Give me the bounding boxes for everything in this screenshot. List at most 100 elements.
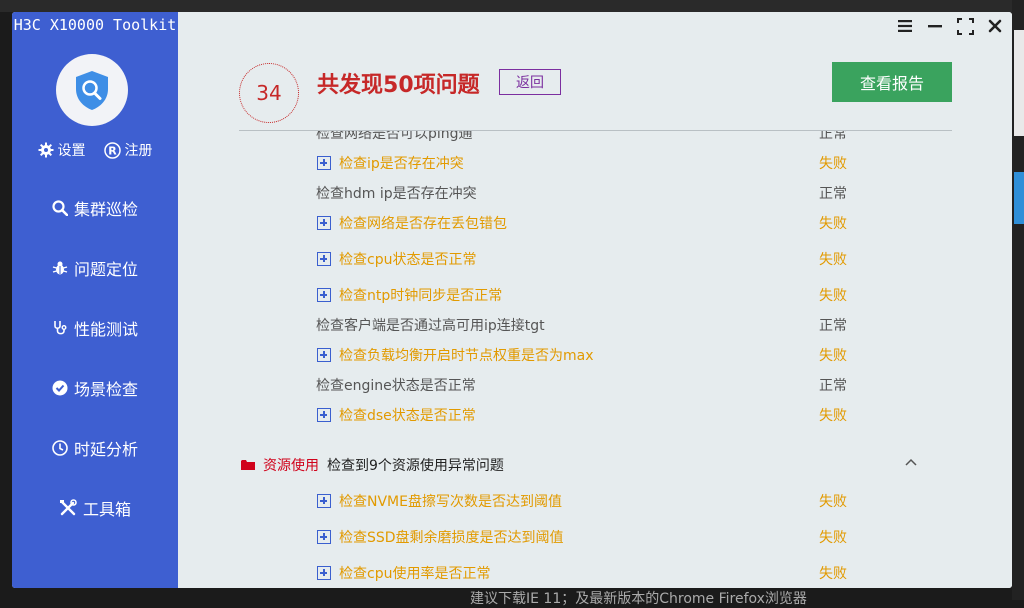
headline-suffix: 项问题 (413, 73, 480, 98)
result-row[interactable]: 检查cpu使用率是否正常 失败 (239, 558, 952, 588)
result-status: 正常 (819, 131, 847, 142)
close-icon[interactable] (986, 17, 1004, 35)
result-label: 检查ntp时钟同步是否正常 (317, 285, 502, 305)
nav-label: 问题定位 (73, 260, 138, 279)
result-row: 检查hdm ip是否存在冲突 正常 (239, 178, 952, 208)
result-status: 正常 (819, 378, 847, 394)
result-label-text: 检查ip是否存在冲突 (339, 156, 464, 172)
gear-icon (38, 142, 53, 158)
result-row[interactable]: 检查dse状态是否正常 失败 (239, 400, 952, 430)
result-label: 检查hdm ip是否存在冲突 (316, 183, 477, 203)
shield-search-icon (76, 71, 108, 110)
expand-plus-icon[interactable] (317, 156, 331, 170)
background-window-tab (1014, 172, 1024, 224)
result-label: 检查网络是否可以ping通 (316, 131, 473, 142)
issues-headline: 共发现50项问题 (317, 67, 480, 99)
app-window: H3C X10000 Toolkit 设置 R 注册 集群巡检 问题定位 性能测… (12, 12, 1012, 588)
settings-link[interactable]: 设置 (38, 140, 86, 160)
background-page-text: 建议下载IE 11；及最新版本的Chrome Firefox浏览器 (470, 591, 807, 607)
section-header-resource-usage[interactable]: 资源使用 检查到9个资源使用异常问题 (239, 450, 952, 480)
result-row[interactable]: 检查cpu状态是否正常 失败 (239, 244, 952, 274)
tools-icon (59, 499, 77, 516)
section-title: 资源使用 (263, 458, 319, 474)
view-report-button[interactable]: 查看报告 (832, 62, 952, 102)
back-button[interactable]: 返回 (499, 69, 561, 95)
result-label-text: 检查hdm ip是否存在冲突 (316, 186, 477, 202)
nav-label: 集群巡检 (73, 200, 138, 219)
result-label: 检查网络是否存在丢包错包 (317, 213, 507, 233)
nav-label: 工具箱 (82, 500, 131, 519)
result-label: 检查cpu使用率是否正常 (317, 563, 490, 583)
result-status: 正常 (819, 318, 847, 334)
nav-item-toolbox[interactable]: 工具箱 (12, 478, 178, 538)
result-label: 检查engine状态是否正常 (316, 375, 476, 395)
result-row[interactable]: 检查网络是否存在丢包错包 失败 (239, 208, 952, 238)
expand-plus-icon[interactable] (317, 348, 331, 362)
minimize-icon[interactable] (926, 17, 944, 35)
result-status: 失败 (819, 288, 847, 304)
result-row[interactable]: 检查SSD盘剩余磨损度是否达到阈值 失败 (239, 522, 952, 552)
expand-plus-icon[interactable] (317, 530, 331, 544)
registered-icon: R (103, 141, 121, 159)
expand-plus-icon[interactable] (317, 288, 331, 302)
expand-plus-icon[interactable] (317, 252, 331, 266)
result-label: 检查SSD盘剩余磨损度是否达到阈值 (317, 527, 564, 547)
register-link[interactable]: R 注册 (103, 140, 153, 160)
result-row[interactable]: 检查ip是否存在冲突 失败 (239, 148, 952, 178)
settings-label: 设置 (57, 143, 86, 159)
nav-item-problem-locate[interactable]: 问题定位 (12, 238, 178, 298)
result-status: 失败 (819, 156, 847, 172)
result-label-text: 检查网络是否存在丢包错包 (339, 216, 507, 232)
result-row: 检查客户端是否通过高可用ip连接tgt 正常 (239, 310, 952, 340)
nav-item-scenario-check[interactable]: 场景检查 (12, 358, 178, 418)
result-row[interactable]: 检查ntp时钟同步是否正常 失败 (239, 280, 952, 310)
result-status: 失败 (819, 252, 847, 268)
folder-icon (241, 460, 255, 470)
chevron-up-icon[interactable] (905, 458, 917, 466)
nav-item-cluster-inspection[interactable]: 集群巡检 (12, 178, 178, 238)
menu-icon[interactable] (896, 17, 914, 35)
results-list: 检查网络是否可以ping通 正常 检查ip是否存在冲突 失败 检查hdm ip是否存… (239, 131, 952, 588)
result-status: 失败 (819, 494, 847, 510)
result-status: 正常 (819, 186, 847, 202)
result-row-partial: 检查网络是否可以ping通 正常 (239, 131, 952, 148)
app-title: H3C X10000 Toolkit (13, 16, 177, 34)
result-label: 检查cpu状态是否正常 (317, 249, 476, 269)
result-label-text: 检查负载均衡开启时节点权重是否为max (339, 348, 594, 364)
result-status: 失败 (819, 530, 847, 546)
result-label-text: 检查NVME盘擦写次数是否达到阈值 (339, 494, 562, 510)
headline-prefix: 共发现 (317, 73, 384, 98)
result-row: 检查engine状态是否正常 正常 (239, 370, 952, 400)
result-label-text: 检查cpu使用率是否正常 (339, 566, 491, 582)
result-label-text: 检查engine状态是否正常 (316, 378, 476, 394)
result-label-text: 检查cpu状态是否正常 (339, 252, 477, 268)
search-icon (52, 200, 68, 216)
expand-plus-icon[interactable] (317, 216, 331, 230)
result-label-text: 检查dse状态是否正常 (339, 408, 476, 424)
bug-icon (52, 261, 68, 275)
nav-item-latency-analysis[interactable]: 时延分析 (12, 418, 178, 478)
desktop-right-strip (1012, 0, 1024, 600)
main-panel: 34 共发现50项问题 返回 查看报告 检查网络是否可以ping通 正常 检查i… (178, 12, 1012, 588)
window-controls (896, 17, 1004, 35)
result-row[interactable]: 检查负载均衡开启时节点权重是否为max 失败 (239, 340, 952, 370)
result-label: 检查dse状态是否正常 (317, 405, 476, 425)
nav-label: 性能测试 (73, 320, 138, 339)
nav-item-performance-test[interactable]: 性能测试 (12, 298, 178, 358)
result-row[interactable]: 检查NVME盘擦写次数是否达到阈值 失败 (239, 486, 952, 516)
nav-label: 时延分析 (73, 440, 138, 459)
issue-count-badge: 34 (239, 63, 299, 123)
sidebar-nav: 集群巡检 问题定位 性能测试 场景检查 时延分析 工具箱 (12, 178, 178, 538)
background-window-edge (1014, 30, 1024, 136)
clock-icon (52, 440, 68, 456)
desktop-top-strip (0, 0, 1024, 12)
section-description: 检查到9个资源使用异常问题 (327, 458, 504, 474)
maximize-icon[interactable] (956, 17, 974, 35)
result-label: 检查客户端是否通过高可用ip连接tgt (316, 315, 545, 335)
expand-plus-icon[interactable] (317, 408, 331, 422)
expand-plus-icon[interactable] (317, 494, 331, 508)
result-status: 失败 (819, 348, 847, 364)
headline-count: 50 (383, 73, 414, 98)
expand-plus-icon[interactable] (317, 566, 331, 580)
app-logo (56, 54, 128, 126)
